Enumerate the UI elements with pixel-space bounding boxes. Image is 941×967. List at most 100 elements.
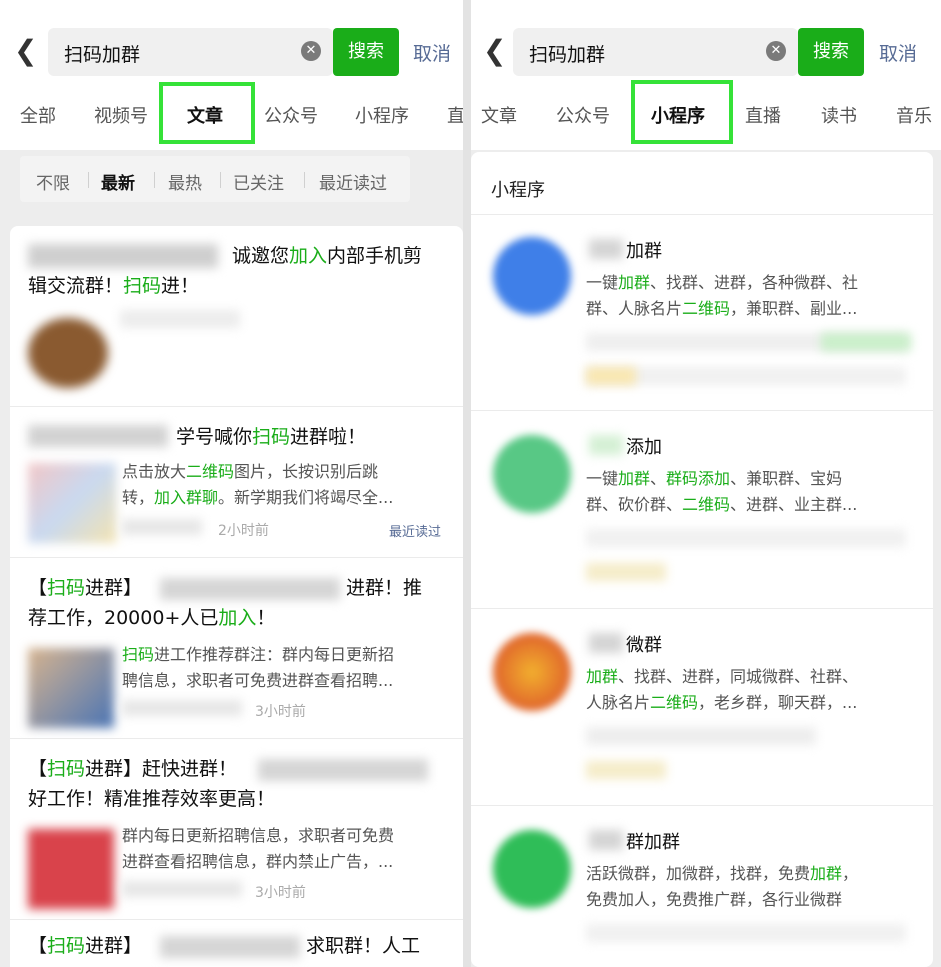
tab-all[interactable]: 全部 [20,102,56,128]
filter-bar: 不限 最新 最热 已关注 最近读过 [20,156,410,202]
redacted-text [122,881,242,897]
article-thumbnail [28,318,108,388]
mini-program-list: 小程序 加群 一键加群、找群、进群，各种微群、社 群、人脉名片二维码，兼职群、副… [471,152,933,967]
search-input[interactable]: 扫码加群 ✕ [513,28,798,76]
app-avatar [493,830,571,908]
article-title-line1b: 求职群！人工 [306,935,421,957]
divider [220,172,221,188]
app-avatar [493,633,571,711]
app-desc-line1: 一键加群、群码添加、兼职群、宝妈 [586,469,843,488]
cancel-button[interactable]: 取消 [413,39,451,66]
screen-divider [463,0,471,967]
divider [304,172,305,188]
article-item[interactable]: 诚邀您加入内部手机剪 辑交流群！扫码进！ [10,226,463,407]
filter-recently-read[interactable]: 最近读过 [319,169,387,194]
article-item[interactable]: 【扫码进群】 求职群！人工 [10,920,463,967]
article-title-line1: 【扫码进群】 [28,577,143,599]
redacted-text [586,727,816,745]
search-query: 扫码加群 [529,44,606,66]
redacted-text [589,435,623,455]
tab-music[interactable]: 音乐 [896,102,932,128]
redacted-text [589,633,623,653]
tab-live[interactable]: 直 [447,102,463,128]
mini-program-item[interactable]: 微群 加群、找群、进群，同城微群、社群、 人脉名片二维码，老乡群，聊天群，... [471,608,933,805]
article-title-line1: 【扫码进群】赶快进群！ [28,758,238,780]
article-thumbnail [28,648,114,728]
filter-latest[interactable]: 最新 [101,169,135,194]
article-title-line1: 诚邀您加入内部手机剪 [232,245,423,267]
article-time: 3小时前 [255,885,306,901]
right-screen: ❮ 扫码加群 ✕ 搜索 取消 文章 公众号 小程序 直播 读书 音乐 小程序 加… [471,0,941,967]
mini-program-item[interactable]: 群加群 活跃微群，加微群，找群，免费加群， 免费加人，免费推广群，各行业微群 [471,805,933,967]
left-screen: ❮ 扫码加群 ✕ 搜索 取消 全部 视频号 文章 公众号 小程序 直 不限 最新… [0,0,463,967]
cancel-button[interactable]: 取消 [879,39,917,66]
app-avatar [493,435,571,513]
article-time: 2小时前 [218,523,269,539]
redacted-text [28,244,218,268]
redacted-text [589,239,623,259]
back-icon[interactable]: ❮ [14,34,37,67]
article-snippet-line1: 扫码进工作推荐群注：群内每日更新招 [122,645,395,664]
search-button[interactable]: 搜索 [798,28,864,76]
filter-hottest[interactable]: 最热 [168,169,202,194]
article-item[interactable]: 【扫码进群】 进群！推 荐工作，20000+人已加入！ 扫码进工作推荐群注：群内… [10,558,463,739]
tab-channels[interactable]: 视频号 [94,102,148,128]
redacted-text [258,759,428,781]
article-time: 3小时前 [255,704,306,720]
search-header: ❮ 扫码加群 ✕ 搜索 取消 全部 视频号 文章 公众号 小程序 直 [0,0,463,150]
search-header: ❮ 扫码加群 ✕ 搜索 取消 文章 公众号 小程序 直播 读书 音乐 [471,0,941,150]
divider [154,172,155,188]
clear-icon[interactable]: ✕ [301,41,321,61]
app-desc-line2: 群、人脉名片二维码，兼职群、副业... [586,299,858,318]
article-item[interactable]: 学号喊你扫码进群啦！ 点击放大二维码图片，长按识别后跳 转，加入群聊。新学期我们… [10,407,463,558]
tab-official-accounts[interactable]: 公众号 [556,102,610,128]
search-button[interactable]: 搜索 [333,28,399,76]
tab-mini-programs[interactable]: 小程序 [355,102,409,128]
redacted-text [160,936,300,958]
app-desc-line1: 一键加群、找群、进群，各种微群、社 [586,273,859,292]
tab-articles[interactable]: 文章 [481,102,517,128]
article-snippet-line2: 进群查看招聘信息，群内禁止广告，... [122,852,394,871]
redacted-rating [586,563,666,581]
article-snippet-line2: 转，加入群聊。新学期我们将竭尽全... [122,488,394,507]
app-name: 加群 [626,241,662,262]
section-title: 小程序 [491,180,545,201]
redacted-text [586,529,906,547]
tab-official-accounts[interactable]: 公众号 [264,102,318,128]
article-item[interactable]: 【扫码进群】赶快进群！ 好工作！精准推荐效率更高！ 群内每日更新招聘信息，求职者… [10,739,463,920]
redacted-rating [586,761,666,779]
back-icon[interactable]: ❮ [483,34,506,67]
article-list: 诚邀您加入内部手机剪 辑交流群！扫码进！ 学号喊你扫码进群啦！ 点击放大二维码图… [10,226,463,967]
article-thumbnail [28,829,114,909]
tab-live[interactable]: 直播 [745,102,781,128]
mini-program-item[interactable]: 加群 一键加群、找群、进群，各种微群、社 群、人脉名片二维码，兼职群、副业... [471,214,933,410]
app-desc-line2: 群、砍价群、二维码、进群、业主群... [586,495,858,514]
clear-icon[interactable]: ✕ [766,41,786,61]
redacted-text [122,519,202,535]
app-name: 群加群 [626,832,680,853]
filter-followed[interactable]: 已关注 [233,169,284,194]
redacted-text [122,700,242,716]
article-snippet-line1: 点击放大二维码图片，长按识别后跳 [122,462,379,481]
redacted-rating [586,367,636,385]
tab-highlight-box [159,82,255,144]
app-desc-line2: 免费加人，免费推广群，各行业微群 [586,890,843,909]
article-title-line1b: 进群！推 [346,577,423,599]
search-input[interactable]: 扫码加群 ✕ [48,28,333,76]
redacted-text [120,310,240,328]
redacted-text [589,830,623,850]
redacted-badge [821,333,911,351]
article-title-line2: 辑交流群！扫码进！ [28,275,200,297]
divider [88,172,89,188]
recently-read-tag: 最近读过 [389,525,442,540]
filter-any[interactable]: 不限 [36,169,70,194]
tab-books[interactable]: 读书 [821,102,857,128]
article-title-line2: 好工作！精准推荐效率更高！ [28,788,276,810]
article-snippet-line1: 群内每日更新招聘信息，求职者可免费 [122,826,395,845]
app-name: 微群 [626,635,662,656]
article-thumbnail [28,463,116,543]
article-title-line2: 荐工作，20000+人已加入！ [28,607,276,629]
tab-highlight-box [631,80,733,144]
mini-program-item[interactable]: 添加 一键加群、群码添加、兼职群、宝妈 群、砍价群、二维码、进群、业主群... [471,410,933,608]
redacted-text [160,578,340,600]
